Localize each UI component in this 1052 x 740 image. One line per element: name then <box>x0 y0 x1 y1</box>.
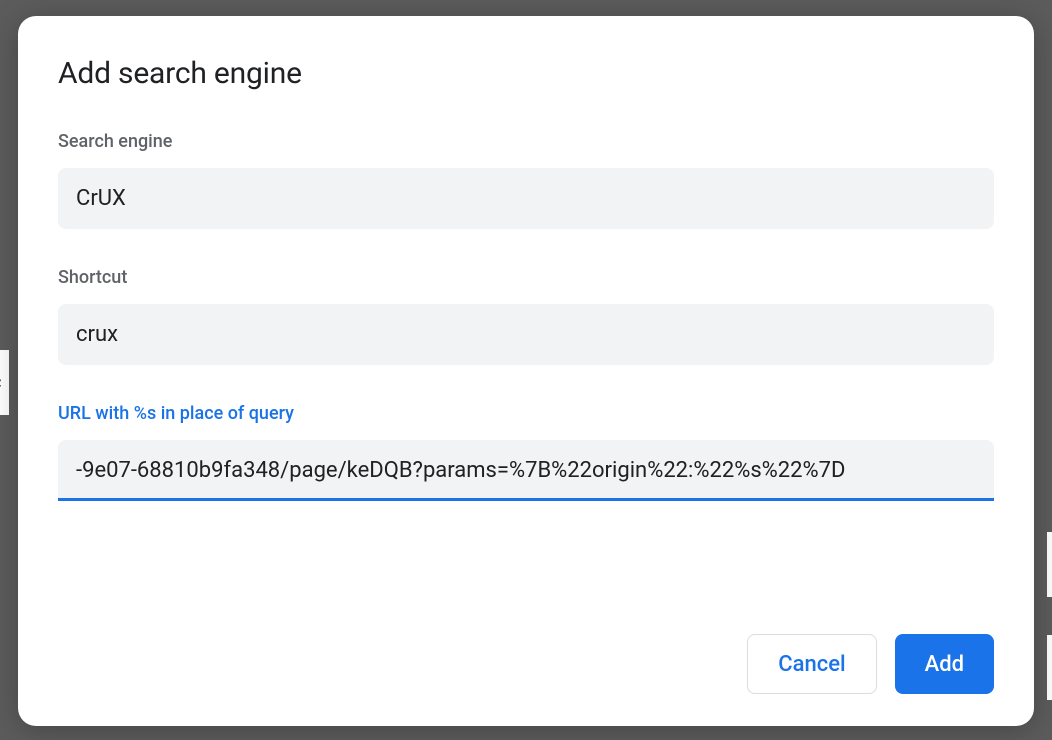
background-fragment-left: ac <box>0 350 9 415</box>
add-button[interactable]: Add <box>895 634 994 694</box>
background-fragment-right-2: ct <box>1047 635 1052 700</box>
dialog-button-row: Cancel Add <box>58 634 994 694</box>
dialog-title: Add search engine <box>58 56 994 91</box>
add-search-engine-dialog: Add search engine Search engine Shortcut… <box>18 16 1034 726</box>
search-engine-label: Search engine <box>58 131 994 152</box>
shortcut-field: Shortcut <box>58 267 994 365</box>
background-fragment-right-1: ct <box>1047 532 1052 597</box>
url-field: URL with %s in place of query <box>58 403 994 501</box>
shortcut-label: Shortcut <box>58 267 994 288</box>
search-engine-field: Search engine <box>58 131 994 229</box>
shortcut-input[interactable] <box>58 304 994 365</box>
cancel-button[interactable]: Cancel <box>747 634 876 694</box>
url-input[interactable] <box>58 440 994 501</box>
url-label: URL with %s in place of query <box>58 403 994 424</box>
search-engine-input[interactable] <box>58 168 994 229</box>
